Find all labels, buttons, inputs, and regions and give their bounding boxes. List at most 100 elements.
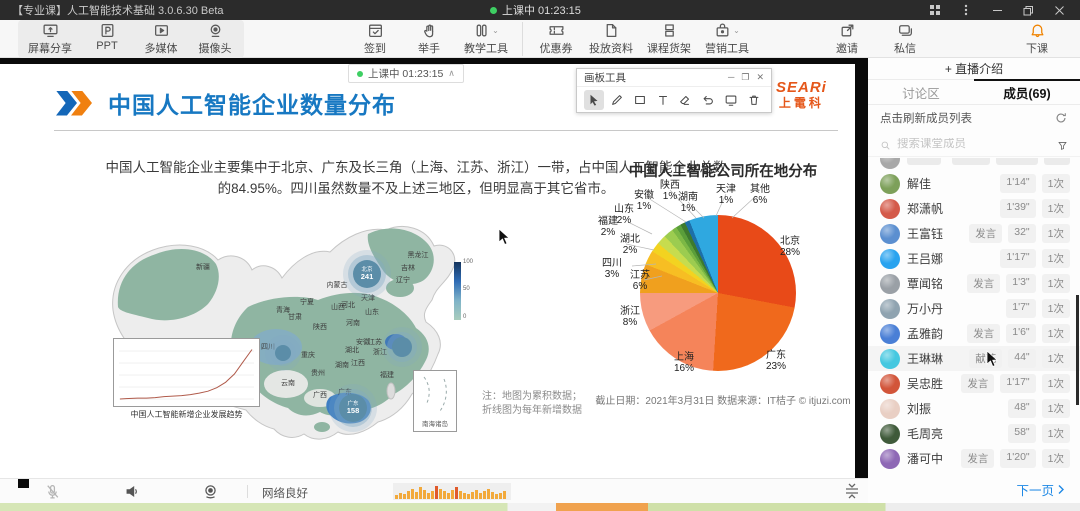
microphone-muted-button[interactable] bbox=[44, 483, 61, 500]
tab-members[interactable]: 成员(69) bbox=[974, 81, 1080, 104]
mouse-cursor-sidebar bbox=[986, 350, 1000, 368]
waveform-bar bbox=[487, 489, 490, 499]
restore-button[interactable] bbox=[1017, 2, 1039, 18]
province-label-新疆: 新疆 bbox=[196, 262, 210, 272]
member-badge: 1'3" bbox=[1006, 274, 1035, 293]
toolbar-button-screen-share[interactable]: 屏幕分享 bbox=[28, 22, 72, 56]
sidebar-tabs: 讨论区 成员(69) bbox=[868, 81, 1080, 105]
refresh-hint-text: 点击刷新成员列表 bbox=[880, 110, 972, 126]
raise-hand-icon bbox=[421, 22, 438, 39]
whiteboard-tool-undo[interactable] bbox=[698, 90, 718, 110]
whiteboard-close-icon[interactable]: ✕ bbox=[756, 73, 764, 82]
stage-corner-marker bbox=[18, 479, 29, 488]
toolbar-button-course-shelf[interactable]: 课程货架 bbox=[647, 22, 691, 56]
province-label-黑龙江: 黑龙江 bbox=[408, 250, 429, 260]
pie-label-name: 湖北 bbox=[620, 234, 640, 245]
pie-label-上海: 上海16% bbox=[674, 352, 694, 374]
toolbar-button-direct-message[interactable]: 私信 bbox=[886, 22, 924, 56]
class-timer-pill[interactable]: 上课中 01:23:15 ∧ bbox=[348, 64, 464, 83]
whiteboard-tool-select[interactable] bbox=[584, 90, 604, 110]
close-button[interactable] bbox=[1048, 2, 1070, 18]
whiteboard-tool-text[interactable] bbox=[653, 90, 673, 110]
more-menu-button[interactable] bbox=[955, 2, 977, 18]
pie-label-pct: 3% bbox=[602, 269, 622, 280]
toolbar-button-raise-hand[interactable]: 举手 bbox=[410, 22, 448, 56]
whiteboard-tool-pen[interactable] bbox=[607, 90, 627, 110]
toolbar-button-multimedia[interactable]: 多媒体 bbox=[142, 22, 180, 56]
marketing-tools-icon bbox=[714, 22, 731, 39]
toolbar-button-invite[interactable]: 邀请 bbox=[828, 22, 866, 56]
pie-label-北京: 北京28% bbox=[780, 236, 800, 258]
chevron-right-icon[interactable] bbox=[1056, 484, 1066, 495]
member-row-解佳[interactable]: 解佳1'14"1次 bbox=[868, 171, 1080, 196]
select-icon bbox=[587, 93, 601, 107]
member-name: 王吕娜 bbox=[907, 250, 943, 267]
waveform-bar bbox=[407, 491, 410, 499]
toolbar-button-check-in[interactable]: 签到 bbox=[356, 22, 394, 56]
tab-discussion[interactable]: 讨论区 bbox=[868, 81, 974, 104]
member-search-input[interactable] bbox=[897, 138, 1051, 150]
pie-label-江苏: 江苏6% bbox=[630, 270, 650, 292]
member-badges: 献花44"1次 bbox=[969, 349, 1070, 368]
province-label-四川: 四川 bbox=[261, 342, 275, 352]
member-badge: 1次 bbox=[1042, 174, 1070, 193]
member-row-刘振[interactable]: 刘振48"1次 bbox=[868, 396, 1080, 421]
direct-message-icon bbox=[897, 22, 914, 39]
toolbar-button-teaching-tools[interactable]: ⌄教学工具 bbox=[464, 22, 508, 56]
member-badge: 1次 bbox=[1042, 324, 1070, 343]
toolbar-button-materials[interactable]: 投放资料 bbox=[589, 22, 633, 56]
waveform-bar bbox=[419, 487, 422, 499]
member-row-吴忠胜[interactable]: 吴忠胜发言1'17"1次 bbox=[868, 371, 1080, 396]
member-list[interactable]: 解佳1'14"1次郑潇帆1'39"1次王富钰发言32"1次王吕娜1'17"1次覃… bbox=[868, 158, 1080, 471]
toolbar-button-ppt[interactable]: PPT bbox=[88, 22, 126, 52]
minimize-button[interactable] bbox=[986, 2, 1008, 18]
province-label-湖南: 湖南 bbox=[335, 360, 349, 370]
toolbar-button-coupon[interactable]: 优惠券 bbox=[537, 22, 575, 56]
toolbar-label-end-class: 下课 bbox=[1026, 40, 1048, 56]
member-row-万小丹[interactable]: 万小丹1'7"1次 bbox=[868, 296, 1080, 321]
coupon-icon bbox=[548, 22, 565, 39]
whiteboard-tool-eraser[interactable] bbox=[675, 90, 695, 110]
member-row-王琳琳[interactable]: 王琳琳献花44"1次 bbox=[868, 346, 1080, 371]
whiteboard-tool-screen[interactable] bbox=[721, 90, 741, 110]
member-badge: 1'20" bbox=[1000, 449, 1035, 468]
collapse-stage-button[interactable] bbox=[843, 482, 861, 500]
member-badges: 48"1次 bbox=[1008, 399, 1070, 418]
refresh-icon[interactable] bbox=[1054, 111, 1068, 125]
pie-label-name: 其他 bbox=[750, 184, 770, 195]
member-row-覃闻铭[interactable]: 覃闻铭发言1'3"1次 bbox=[868, 271, 1080, 296]
live-dot-icon bbox=[357, 71, 363, 77]
toolbar-button-marketing-tools[interactable]: ⌄营销工具 bbox=[705, 22, 749, 56]
member-row-潘可中[interactable]: 潘可中发言1'20"1次 bbox=[868, 446, 1080, 471]
province-label-江西: 江西 bbox=[351, 358, 365, 368]
whiteboard-tool-trash[interactable] bbox=[744, 90, 764, 110]
end-class-icon-wrap bbox=[1029, 22, 1046, 39]
member-row-王富钰[interactable]: 王富钰发言32"1次 bbox=[868, 221, 1080, 246]
pagination-row: 下一页 bbox=[868, 476, 1080, 503]
webcam-button[interactable] bbox=[202, 483, 219, 500]
member-row-孟雅韵[interactable]: 孟雅韵发言1'6"1次 bbox=[868, 321, 1080, 346]
member-name: 王富钰 bbox=[907, 225, 943, 242]
live-intro-button[interactable]: + 直播介绍 bbox=[868, 58, 1080, 80]
whiteboard-panel-header[interactable]: 画板工具 ─ ❐ ✕ bbox=[577, 69, 771, 87]
toolbar-button-end-class[interactable]: 下课 bbox=[1018, 22, 1056, 56]
speaker-button[interactable] bbox=[124, 483, 141, 500]
logo-text-line1: SEARi bbox=[776, 80, 827, 95]
member-row-王吕娜[interactable]: 王吕娜1'17"1次 bbox=[868, 246, 1080, 271]
member-row-郑潇帆[interactable]: 郑潇帆1'39"1次 bbox=[868, 196, 1080, 221]
filter-funnel-icon[interactable] bbox=[1057, 138, 1068, 151]
refresh-member-list-row[interactable]: 点击刷新成员列表 bbox=[868, 105, 1080, 131]
ppt-icon bbox=[99, 22, 116, 39]
waveform-bar bbox=[403, 494, 406, 499]
layout-grid-button[interactable] bbox=[924, 2, 946, 18]
member-list-scrollbar[interactable] bbox=[1076, 295, 1079, 405]
whiteboard-restore-icon[interactable]: ❐ bbox=[741, 73, 749, 82]
member-row[interactable] bbox=[868, 158, 1080, 171]
whiteboard-toolbar bbox=[577, 87, 771, 112]
member-row-毛周亮[interactable]: 毛周亮58"1次 bbox=[868, 421, 1080, 446]
next-page-button[interactable]: 下一页 bbox=[1016, 480, 1054, 499]
whiteboard-minimize-icon[interactable]: ─ bbox=[728, 73, 734, 82]
whiteboard-tool-rectangle[interactable] bbox=[630, 90, 650, 110]
toolbar-button-camera[interactable]: 摄像头 bbox=[196, 22, 234, 56]
pie-label-安徽: 安徽1% bbox=[634, 190, 654, 212]
